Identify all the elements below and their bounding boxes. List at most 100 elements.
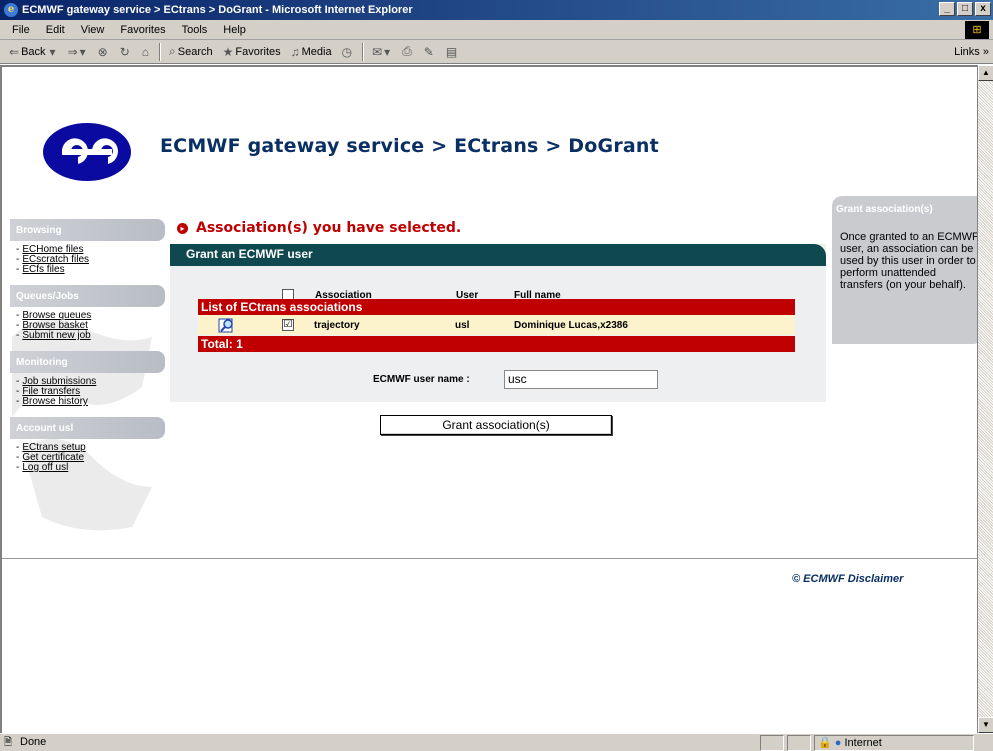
print-button[interactable]: ⎙ [397,41,419,63]
forward-button[interactable]: ⇒ ▾ [63,41,93,63]
forward-arrow-icon: ⇒ [67,44,78,59]
full-name-cell: Dominique Lucas,x2386 [514,320,628,331]
menu-file[interactable]: File [4,24,38,36]
help-title: Grant association(s) [836,204,933,215]
nav-link-log-off[interactable]: Log off usl [10,463,165,473]
globe-icon: ● [834,737,842,749]
discuss-button[interactable]: ▤ [441,41,464,63]
window-title: ECMWF gateway service > ECtrans > DoGran… [22,4,413,16]
edit-button[interactable]: ✎ [419,41,441,63]
refresh-button[interactable]: ↻ [115,41,137,63]
menu-edit[interactable]: Edit [38,24,73,36]
window-controls: _ □ x [939,2,991,16]
dropdown-icon: ▾ [79,44,86,59]
nav-group-browsing: Browsing ECHome files ECscratch files EC… [10,219,165,275]
favorites-button[interactable]: ★ Favorites [218,41,286,63]
help-text: Once granted to an ECMWF user, an associ… [840,231,979,291]
nav-link-submit-new-job[interactable]: Submit new job [10,331,165,341]
scroll-up-arrow-icon[interactable]: ▲ [978,65,993,81]
association-cell: trajectory [314,320,360,331]
menu-view[interactable]: View [73,24,113,36]
nav-heading-account: Account usl [10,417,165,439]
ecmwf-logo [43,123,131,181]
favorites-label: Favorites [235,45,281,58]
help-box: Grant association(s) Once granted to an … [832,196,983,344]
grant-panel: Grant an ECMWF user Association User Ful… [170,244,826,402]
window-title-bar: e ECMWF gateway service > ECtrans > DoGr… [0,0,993,20]
zone-label: Internet [844,737,882,749]
toolbar: ⇐ Back ▾ ⇒ ▾ ⊗ ↻ ⌂ ⌕ Search ★ Favorites … [0,40,993,64]
lock-icon: 🔒 [818,737,832,749]
discuss-icon: ▤ [445,44,458,59]
ie-icon: e [4,3,18,17]
close-button[interactable]: x [975,2,991,16]
nav-heading-monitoring: Monitoring [10,351,165,373]
sidebar-navigation: Browsing ECHome files ECscratch files EC… [10,219,165,483]
print-icon: ⎙ [402,44,412,58]
search-icon: ⌕ [169,44,176,58]
home-button[interactable]: ⌂ [137,41,156,63]
footer-divider [2,558,977,559]
nav-group-queues: Queues/Jobs Browse queues Browse basket … [10,285,165,341]
minimize-button[interactable]: _ [939,2,955,16]
nav-group-monitoring: Monitoring Job submissions File transfer… [10,351,165,407]
menu-favorites[interactable]: Favorites [112,24,173,36]
scroll-down-arrow-icon[interactable]: ▼ [978,717,993,733]
links-toolbar[interactable]: Links » [954,40,989,64]
back-label: Back [21,45,46,58]
mail-button[interactable]: ✉ ▾ [367,41,397,63]
search-label: Search [177,45,213,58]
inspect-icon[interactable] [218,317,236,333]
toolbar-separator [362,42,365,61]
selection-heading: ▸ Association(s) you have selected. [177,220,461,236]
search-button[interactable]: ⌕ Search [164,41,218,63]
grant-button[interactable]: Grant association(s) [380,415,612,435]
username-label: ECMWF user name : [373,374,470,385]
page-icon: 🗎 [4,737,13,748]
edit-icon: ✎ [423,44,434,59]
mail-icon: ✉ [372,44,383,59]
nav-group-account: Account usl ECtrans setup Get certificat… [10,417,165,473]
menu-tools[interactable]: Tools [174,24,216,36]
menu-bar: File Edit View Favorites Tools Help ⊞ [0,20,993,40]
history-icon: ◷ [341,44,353,59]
maximize-button[interactable]: □ [957,2,973,16]
stop-icon: ⊗ [97,44,108,59]
dropdown-icon: ▾ [384,44,391,59]
status-bar: 🗎 Done 🔒 ● Internet [0,733,993,751]
status-panel [787,735,811,751]
refresh-icon: ↻ [119,44,130,59]
dropdown-icon: ▾ [49,44,56,59]
total-bar: Total: 1 [198,336,795,352]
media-label: Media [301,45,332,58]
selection-heading-text: Association(s) you have selected. [196,220,462,236]
nav-heading-queues: Queues/Jobs [10,285,165,307]
zone-panel: 🔒 ● Internet [814,735,974,751]
list-title-bar: List of ECtrans associations [198,299,795,315]
page-title: ECMWF gateway service > ECtrans > DoGran… [160,135,659,157]
status-text: Done [20,736,47,748]
row-checkbox[interactable]: ☑ [282,319,294,331]
grant-panel-title: Grant an ECMWF user [170,244,826,264]
table-row: ☑ trajectory usl Dominique Lucas,x2386 [198,315,795,335]
favorites-icon: ★ [222,44,234,59]
media-button[interactable]: ♫ Media [286,41,337,63]
nav-link-browse-history[interactable]: Browse history [10,397,165,407]
toolbar-separator [159,42,162,61]
nav-link-ecfs-files[interactable]: ECfs files [10,265,165,275]
stop-button[interactable]: ⊗ [93,41,115,63]
bullet-arrow-icon: ▸ [177,222,188,234]
home-icon: ⌂ [141,44,150,59]
history-button[interactable]: ◷ [337,41,359,63]
media-icon: ♫ [290,44,300,59]
page-viewport: ECMWF gateway service > ECtrans > DoGran… [0,65,993,733]
footer-text[interactable]: © ECMWF Disclaimer [792,573,903,585]
status-panel [760,735,784,751]
panel-underline [170,264,826,266]
menu-help[interactable]: Help [215,24,254,36]
username-input[interactable]: usc [504,370,658,389]
vertical-scrollbar[interactable]: ▲ ▼ [977,65,993,733]
back-button[interactable]: ⇐ Back ▾ [4,41,63,63]
nav-heading-browsing: Browsing [10,219,165,241]
windows-logo-icon: ⊞ [965,21,989,39]
